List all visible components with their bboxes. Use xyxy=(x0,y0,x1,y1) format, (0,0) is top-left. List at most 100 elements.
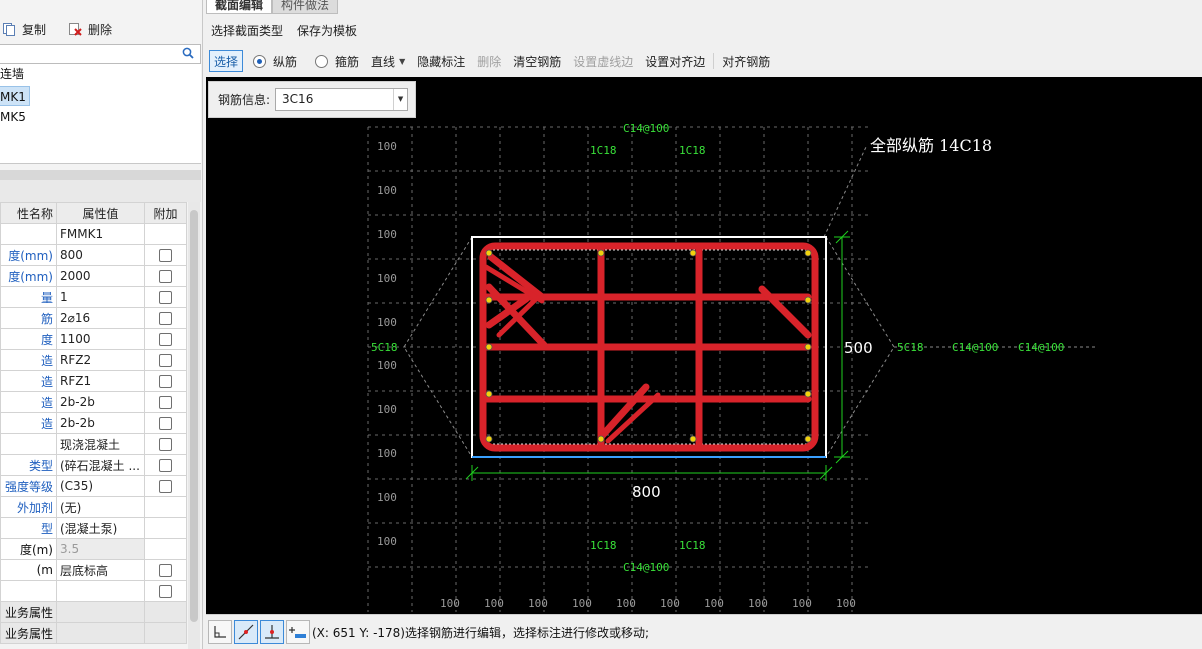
property-row[interactable]: 外加剂 (无) xyxy=(0,496,187,518)
set-dashed-edge-button[interactable]: 设置虚线边 xyxy=(567,50,639,72)
property-row[interactable]: 量1 xyxy=(0,286,187,308)
rebar-point[interactable] xyxy=(804,249,812,257)
bottom-bar-label-1[interactable]: 1C18 xyxy=(590,539,617,552)
bottom-stirrup-label[interactable]: C14@100 xyxy=(623,561,669,574)
property-value[interactable]: 层底标高 xyxy=(56,559,145,581)
stirrup-group[interactable] xyxy=(479,242,819,452)
select-tool-button[interactable]: 选择 xyxy=(209,50,244,72)
property-value[interactable]: RFZ1 xyxy=(56,370,145,392)
property-row[interactable]: m) 层底标高 xyxy=(0,559,187,581)
right-side-bar-label[interactable]: 5C18 xyxy=(897,341,924,354)
longitudinal-radio[interactable]: 纵筋 xyxy=(247,50,303,72)
property-row[interactable]: 度(m) 3.5 xyxy=(0,538,187,560)
attach-checkbox[interactable] xyxy=(159,270,172,283)
property-value[interactable]: 1100 xyxy=(56,328,145,350)
rebar-point[interactable] xyxy=(804,390,812,398)
snap-perpendicular-button[interactable] xyxy=(260,620,284,644)
property-row[interactable]: 型 (混凝土泵) xyxy=(0,517,187,539)
property-row[interactable]: 现浇混凝土 xyxy=(0,433,187,455)
tab-section-edit[interactable]: 截面编辑 xyxy=(206,0,273,14)
attach-checkbox[interactable] xyxy=(159,396,172,409)
stirrup-radio[interactable]: 箍筋 xyxy=(309,50,365,72)
property-row[interactable]: 度(mm) 2000 xyxy=(0,265,187,287)
rebar-point[interactable] xyxy=(485,249,493,257)
property-row[interactable]: FMMK1 xyxy=(0,223,187,245)
section-drawing[interactable]: 100 100 100 100 100 100 100 100 100 100 100 100 100 1… xyxy=(206,77,1202,614)
property-value[interactable] xyxy=(56,601,145,623)
tree-item-selected[interactable]: MK1 xyxy=(0,86,30,106)
top-bar-label-2[interactable]: 1C18 xyxy=(679,144,706,157)
tree-item[interactable]: MK5 xyxy=(0,107,26,127)
clear-rebar-button[interactable]: 清空钢筋 xyxy=(507,50,567,72)
rebar-point[interactable] xyxy=(485,343,493,351)
save-template-button[interactable]: 保存为模板 xyxy=(292,22,362,39)
property-value[interactable] xyxy=(56,580,145,602)
property-value[interactable] xyxy=(56,622,145,644)
rebar-point[interactable] xyxy=(597,435,605,443)
hide-label-button[interactable]: 隐藏标注 xyxy=(411,50,471,72)
property-value[interactable]: 现浇混凝土 xyxy=(56,433,145,455)
scrollbar-thumb[interactable] xyxy=(190,210,198,622)
rebar-point[interactable] xyxy=(485,390,493,398)
attach-checkbox[interactable] xyxy=(159,480,172,493)
property-value[interactable]: 2⌀16 xyxy=(56,307,145,329)
attach-checkbox[interactable] xyxy=(159,459,172,472)
chevron-down-icon[interactable]: ▼ xyxy=(393,89,407,110)
property-value[interactable]: (C35) xyxy=(56,475,145,497)
property-scrollbar[interactable] xyxy=(188,202,200,649)
tree-item[interactable]: 连墙 xyxy=(0,64,24,84)
search-input[interactable] xyxy=(0,44,201,64)
attach-checkbox[interactable] xyxy=(159,312,172,325)
delete-tool-button[interactable]: 删除 xyxy=(471,50,507,72)
section-drawing-canvas[interactable]: 100 100 100 100 100 100 100 100 100 100 100 100 100 1… xyxy=(206,77,1202,614)
property-row[interactable]: 业务属性 xyxy=(0,601,187,623)
tab-component-method[interactable]: 构件做法 xyxy=(272,0,339,14)
property-row[interactable]: 强度等级 (C35) xyxy=(0,475,187,497)
property-value[interactable]: 1 xyxy=(56,286,145,308)
property-row[interactable]: 造 2b-2b xyxy=(0,391,187,413)
property-row[interactable] xyxy=(0,580,187,602)
property-value[interactable]: (无) xyxy=(56,496,145,518)
attach-checkbox[interactable] xyxy=(159,333,172,346)
panel-splitter[interactable] xyxy=(0,170,201,180)
rebar-point[interactable] xyxy=(597,249,605,257)
total-rebar-label[interactable]: 全部纵筋 14C18 xyxy=(870,136,992,155)
rebar-info-select[interactable]: 3C16 ▼ xyxy=(275,88,409,111)
attach-checkbox[interactable] xyxy=(159,417,172,430)
align-rebar-button[interactable]: 对齐钢筋 xyxy=(716,50,776,72)
dimension-width-value[interactable]: 800 xyxy=(632,483,661,501)
rebar-point[interactable] xyxy=(689,435,697,443)
rebar-point[interactable] xyxy=(485,296,493,304)
rebar-point[interactable] xyxy=(485,435,493,443)
property-row[interactable]: 类型 (碎石混凝土 ... xyxy=(0,454,187,476)
property-row[interactable]: 筋 2⌀16 xyxy=(0,307,187,329)
property-row[interactable]: 业务属性 xyxy=(0,622,187,644)
attach-checkbox[interactable] xyxy=(159,291,172,304)
snap-offset-button[interactable] xyxy=(286,620,310,644)
property-value[interactable]: 800 xyxy=(56,244,145,266)
attach-checkbox[interactable] xyxy=(159,585,172,598)
left-side-bar-label[interactable]: 5C18 xyxy=(371,341,398,354)
attach-checkbox[interactable] xyxy=(159,564,172,577)
snap-diagonal-button[interactable] xyxy=(234,620,258,644)
attach-checkbox[interactable] xyxy=(159,438,172,451)
copy-button[interactable]: 复制 xyxy=(0,19,52,39)
property-value[interactable]: 2b-2b xyxy=(56,391,145,413)
delete-button[interactable]: 删除 xyxy=(62,19,118,39)
property-value[interactable]: (混凝土泵) xyxy=(56,517,145,539)
property-row[interactable]: 度 1100 xyxy=(0,328,187,350)
bottom-bar-label-2[interactable]: 1C18 xyxy=(679,539,706,552)
attach-checkbox[interactable] xyxy=(159,249,172,262)
top-stirrup-label[interactable]: C14@100 xyxy=(623,122,669,135)
snap-corner-button[interactable] xyxy=(208,620,232,644)
property-row[interactable]: 造 RFZ1 xyxy=(0,370,187,392)
top-bar-label-1[interactable]: 1C18 xyxy=(590,144,617,157)
property-row[interactable]: 造 2b-2b xyxy=(0,412,187,434)
right-stirrup-label-1[interactable]: C14@100 xyxy=(952,341,998,354)
property-value[interactable]: 3.5 xyxy=(56,538,145,560)
rebar-point[interactable] xyxy=(804,343,812,351)
select-section-type-button[interactable]: 选择截面类型 xyxy=(206,22,288,39)
property-row[interactable]: 造 RFZ2 xyxy=(0,349,187,371)
property-value[interactable]: FMMK1 xyxy=(56,223,145,245)
attach-checkbox[interactable] xyxy=(159,354,172,367)
